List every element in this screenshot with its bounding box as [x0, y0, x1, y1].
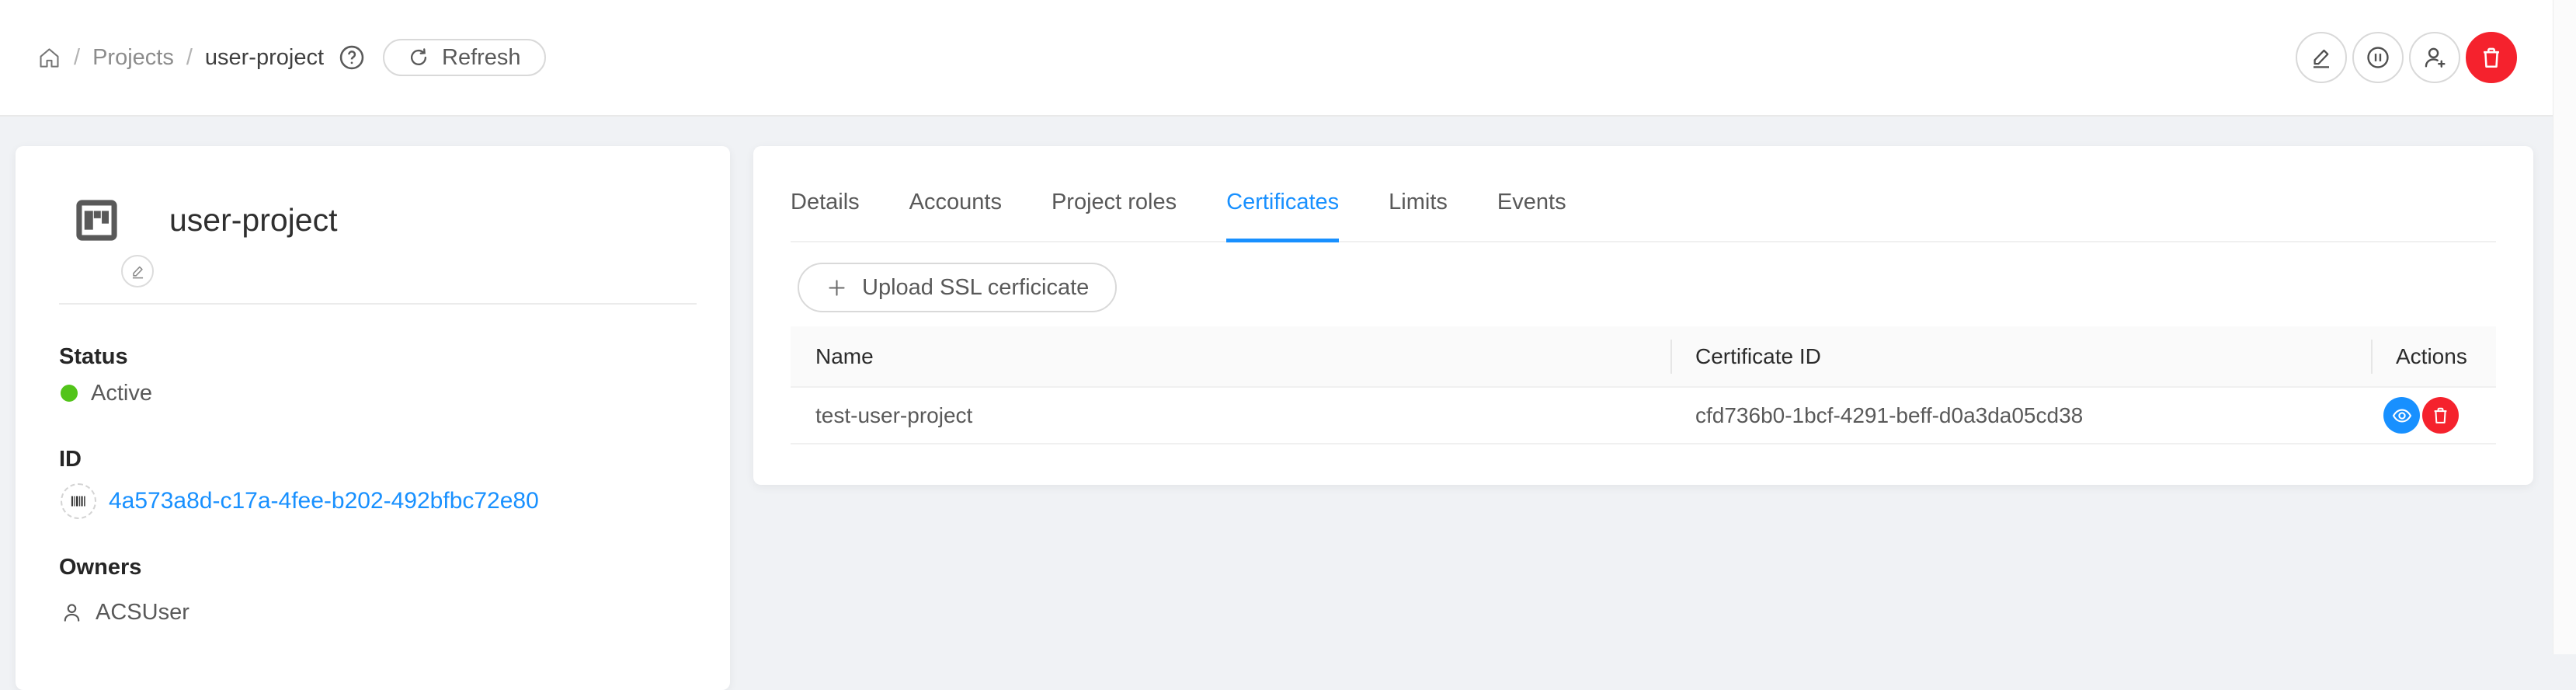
tab-limits[interactable]: Limits	[1389, 163, 1448, 241]
top-navigation-bar: / Projects / user-project Refresh	[0, 0, 2576, 117]
refresh-label: Refresh	[442, 45, 521, 71]
view-certificate-button[interactable]	[2383, 397, 2420, 434]
upload-ssl-label: Upload SSL cerficicate	[862, 275, 1089, 301]
cell-name: test-user-project	[791, 388, 1670, 443]
eye-icon	[2391, 405, 2413, 427]
cell-actions	[2371, 388, 2496, 443]
id-row: 4a573a8d-c17a-4fee-b202-492bfbc72e80	[61, 483, 539, 519]
certificates-table: Name Certificate ID Actions test-user-pr…	[791, 326, 2496, 444]
status-value: Active	[91, 381, 152, 406]
breadcrumb-item-projects[interactable]: Projects	[92, 45, 174, 71]
column-header-actions: Actions	[2371, 326, 2496, 386]
divider	[59, 303, 697, 305]
breadcrumb-item-current: user-project	[205, 45, 324, 71]
project-actions	[2296, 32, 2539, 83]
owner-value: ACSUser	[96, 600, 189, 626]
upload-ssl-certificate-button[interactable]: Upload SSL cerficicate	[798, 263, 1117, 312]
detail-tabs: Details Accounts Project roles Certifica…	[791, 146, 2496, 242]
tab-project-roles[interactable]: Project roles	[1052, 163, 1177, 241]
breadcrumb: / Projects / user-project	[37, 44, 366, 71]
plus-icon	[826, 277, 848, 299]
table-header: Name Certificate ID Actions	[791, 326, 2496, 388]
tab-accounts[interactable]: Accounts	[909, 163, 1002, 241]
column-header-certificate-id: Certificate ID	[1670, 326, 2371, 386]
refresh-button[interactable]: Refresh	[383, 39, 546, 76]
scrollbar[interactable]	[2553, 0, 2576, 654]
status-dot	[61, 385, 78, 402]
id-label: ID	[59, 447, 82, 472]
project-icon	[72, 196, 121, 245]
delete-icon	[2478, 44, 2505, 71]
project-detail-card: Details Accounts Project roles Certifica…	[753, 146, 2533, 485]
edit-icon	[2309, 45, 2334, 70]
edit-project-button[interactable]	[2296, 32, 2347, 83]
breadcrumb-separator: /	[186, 45, 193, 71]
pause-circle-icon	[2365, 44, 2391, 71]
cell-certificate-id: cfd736b0-1bcf-4291-beff-d0a3da05cd38	[1670, 388, 2371, 443]
breadcrumb-separator: /	[74, 45, 80, 71]
home-icon[interactable]	[37, 46, 61, 70]
delete-project-button[interactable]	[2466, 32, 2517, 83]
user-icon	[61, 601, 83, 624]
status-row: Active	[61, 380, 152, 406]
edit-icon	[130, 263, 146, 280]
user-add-icon	[2421, 44, 2448, 71]
status-label: Status	[59, 344, 128, 370]
add-account-button[interactable]	[2409, 32, 2460, 83]
question-circle-icon[interactable]	[338, 44, 366, 71]
reload-icon	[408, 47, 429, 68]
project-info-card: user-project Status Active ID 4a573a8d-c…	[16, 146, 730, 690]
owners-label: Owners	[59, 555, 141, 580]
column-header-name: Name	[791, 326, 1670, 386]
barcode-icon	[61, 483, 96, 519]
trash-icon	[2430, 405, 2451, 426]
project-id-link[interactable]: 4a573a8d-c17a-4fee-b202-492bfbc72e80	[109, 488, 539, 514]
edit-name-button[interactable]	[121, 255, 154, 288]
suspend-project-button[interactable]	[2352, 32, 2404, 83]
tab-certificates[interactable]: Certificates	[1226, 163, 1339, 241]
owners-row: ACSUser	[61, 599, 189, 626]
project-title: user-project	[169, 196, 337, 245]
tab-details[interactable]: Details	[791, 163, 860, 241]
table-row: test-user-project cfd736b0-1bcf-4291-bef…	[791, 388, 2496, 444]
tab-events[interactable]: Events	[1497, 163, 1566, 241]
delete-certificate-button[interactable]	[2422, 397, 2459, 434]
